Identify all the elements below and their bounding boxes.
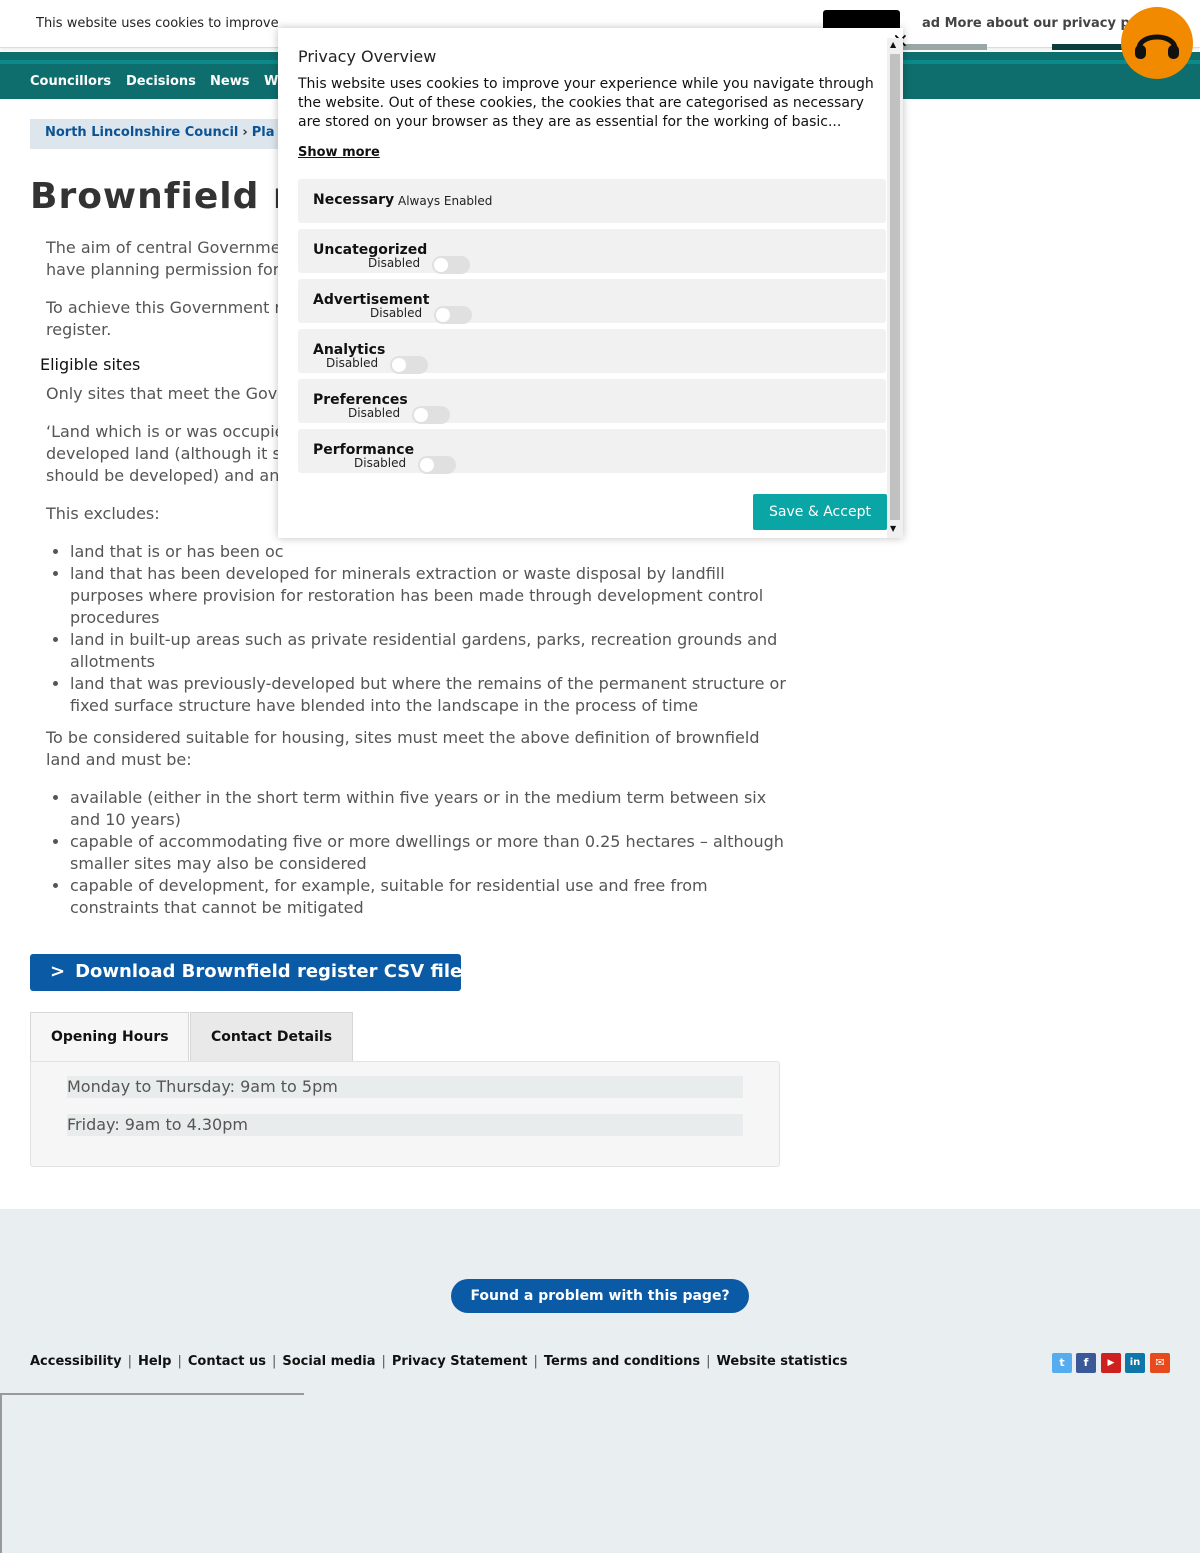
hours-row: Monday to Thursday: 9am to 5pm <box>67 1076 743 1098</box>
nav-item-news[interactable]: News <box>210 74 249 89</box>
category-preferences[interactable]: Preferences Disabled <box>298 379 886 424</box>
category-necessary[interactable]: Necessary Always Enabled <box>298 179 886 223</box>
youtube-icon[interactable]: ▶ <box>1101 1353 1121 1373</box>
category-state: Disabled <box>354 456 407 470</box>
intro-line-3: To achieve this Government r <box>46 298 282 317</box>
toggle-knob <box>420 458 434 472</box>
modal-scrollbar[interactable]: ▲ ▼ <box>887 38 903 538</box>
footer-link-social[interactable]: Social media <box>282 1354 375 1369</box>
eligible-line-3: should be developed) and an <box>46 466 280 485</box>
hours-row: Friday: 9am to 4.30pm <box>67 1114 743 1136</box>
modal-title: Privacy Overview <box>298 47 437 66</box>
category-uncategorized[interactable]: Uncategorized Disabled <box>298 229 886 274</box>
headphones-icon[interactable] <box>1121 7 1193 79</box>
footer-divider: | <box>533 1354 538 1369</box>
list-item: land that has been developed for mineral… <box>70 563 786 629</box>
tab-opening-hours[interactable]: Opening Hours <box>30 1012 189 1062</box>
cookie-message: This website uses cookies to improve <box>36 16 279 31</box>
scroll-down-icon[interactable]: ▼ <box>890 524 896 533</box>
toggle-knob <box>392 358 406 372</box>
list-item: available (either in the short term with… <box>70 787 786 831</box>
list-item: land that is or has been oc <box>70 541 786 563</box>
advertisement-toggle[interactable] <box>434 306 472 324</box>
footer-divider: | <box>177 1354 182 1369</box>
category-state: Disabled <box>348 406 401 420</box>
cookie-read-more-link[interactable]: ad More about our privacy p <box>922 16 1130 31</box>
footer-link-help[interactable]: Help <box>138 1354 171 1369</box>
tab-contact-details[interactable]: Contact Details <box>190 1012 353 1062</box>
list-item: capable of accommodating five or more dw… <box>70 831 786 875</box>
category-advertisement[interactable]: Advertisement Disabled <box>298 279 886 324</box>
privacy-modal: × Privacy Overview This website uses coo… <box>278 28 909 538</box>
intro-line-2: have planning permission for <box>46 260 280 279</box>
save-accept-button[interactable]: Save & Accept <box>753 494 887 530</box>
uncategorized-toggle[interactable] <box>432 256 470 274</box>
analytics-toggle[interactable] <box>390 356 428 374</box>
page-title: Brownfield re <box>30 176 318 217</box>
report-problem-button[interactable]: Found a problem with this page? <box>451 1279 749 1313</box>
suitable-paragraph: To be considered suitable for housing, s… <box>46 728 760 769</box>
category-state: Disabled <box>368 256 421 270</box>
embedded-frame <box>0 1393 304 1553</box>
linkedin-icon[interactable]: in <box>1125 1353 1145 1373</box>
category-state: Disabled <box>326 356 379 370</box>
list-item: capable of development, for example, sui… <box>70 875 786 919</box>
suitable-list: available (either in the short term with… <box>46 787 786 919</box>
toggle-knob <box>436 308 450 322</box>
breadcrumb-home-link[interactable]: North Lincolnshire Council <box>45 125 238 140</box>
download-csv-label: Download Brownfield register CSV file <box>75 961 463 982</box>
footer-link-statistics[interactable]: Website statistics <box>717 1354 848 1369</box>
header-search-strip <box>900 44 987 50</box>
performance-toggle[interactable] <box>418 456 456 474</box>
category-performance[interactable]: Performance Disabled <box>298 429 886 474</box>
eligible-sites-heading: Eligible sites <box>40 355 141 374</box>
preferences-toggle[interactable] <box>412 406 450 424</box>
nav-item-decisions[interactable]: Decisions <box>126 74 196 89</box>
list-item: land that was previously-developed but w… <box>70 673 786 717</box>
scroll-up-icon[interactable]: ▲ <box>890 40 896 49</box>
excludes-list: land that is or has been oc land that ha… <box>46 541 786 717</box>
email-icon[interactable]: ✉ <box>1150 1353 1170 1373</box>
intro-line-1: The aim of central Governme <box>46 238 281 257</box>
footer-divider: | <box>381 1354 386 1369</box>
breadcrumb-planning-link[interactable]: Pla <box>252 125 275 140</box>
header-dark-strip <box>1052 44 1122 50</box>
toggle-knob <box>434 258 448 272</box>
category-analytics[interactable]: Analytics Disabled <box>298 329 886 374</box>
eligible-line-1: ‘Land which is or was occupie <box>46 422 285 441</box>
list-item: land in built-up areas such as private r… <box>70 629 786 673</box>
twitter-icon[interactable]: t <box>1052 1353 1072 1373</box>
show-more-link[interactable]: Show more <box>298 145 380 160</box>
footer-link-contact[interactable]: Contact us <box>188 1354 266 1369</box>
facebook-icon[interactable]: f <box>1076 1353 1096 1373</box>
footer-link-accessibility[interactable]: Accessibility <box>30 1354 122 1369</box>
nav-item-councillors[interactable]: Councillors <box>30 74 111 89</box>
toggle-knob <box>414 408 428 422</box>
modal-description: This website uses cookies to improve you… <box>298 76 874 130</box>
footer-link-terms[interactable]: Terms and conditions <box>544 1354 700 1369</box>
chevron-right-icon: › <box>242 125 248 140</box>
footer: Found a problem with this page? Accessib… <box>0 1209 1200 1553</box>
footer-divider: | <box>272 1354 277 1369</box>
category-name: Necessary <box>313 192 395 208</box>
always-enabled-label: Always Enabled <box>398 194 493 208</box>
footer-link-privacy[interactable]: Privacy Statement <box>392 1354 528 1369</box>
intro-line-4: register. <box>46 320 112 339</box>
footer-links: Accessibility | Help | Contact us | Social med… <box>30 1354 848 1369</box>
scrollbar-thumb[interactable] <box>890 54 900 520</box>
eligible-line-2: developed land (although it s <box>46 444 281 463</box>
download-csv-button[interactable]: > Download Brownfield register CSV file <box>30 954 463 991</box>
category-state: Disabled <box>370 306 423 320</box>
opening-hours-panel: Monday to Thursday: 9am to 5pm Friday: 9… <box>30 1061 780 1167</box>
footer-divider: | <box>127 1354 132 1369</box>
nav-item-more[interactable]: W <box>264 74 278 89</box>
chevron-right-icon: > <box>50 961 66 982</box>
footer-divider: | <box>706 1354 711 1369</box>
